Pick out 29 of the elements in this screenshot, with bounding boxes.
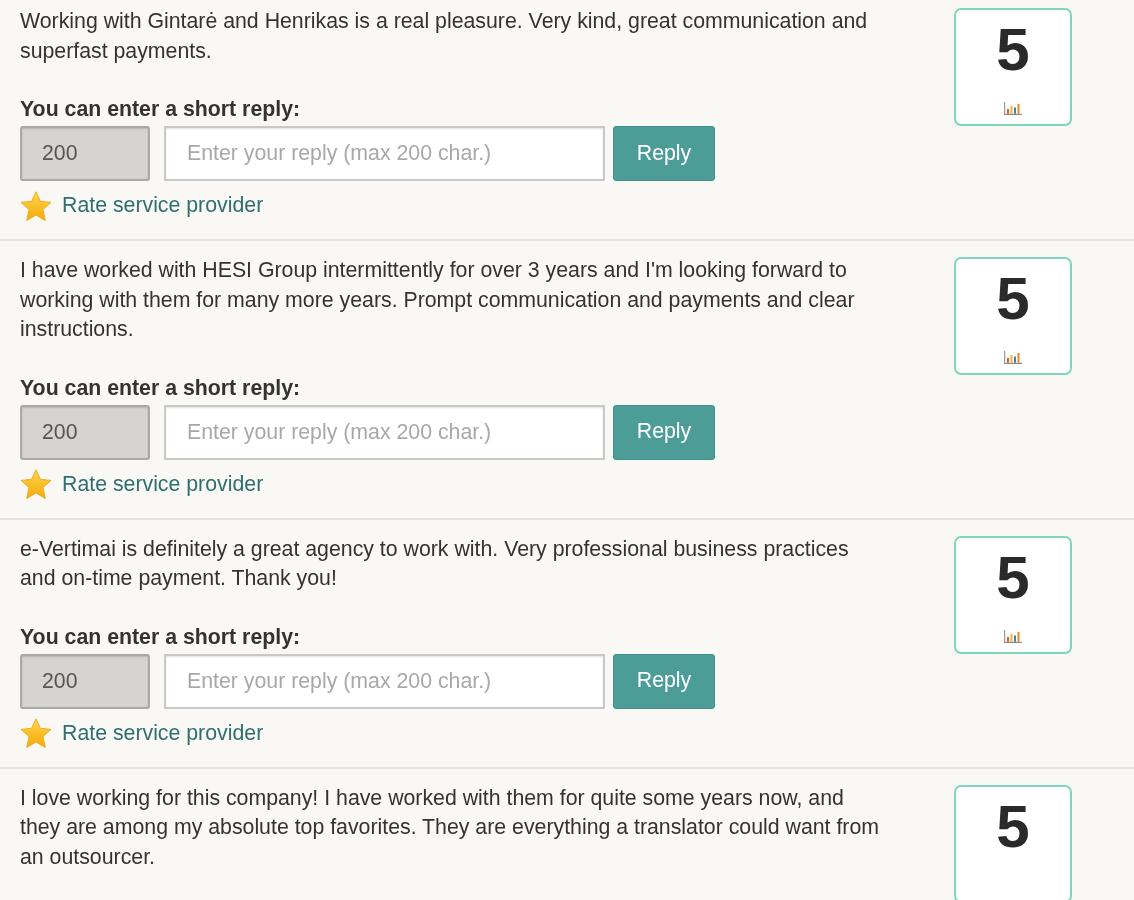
reply-label: You can enter a short reply: <box>20 623 301 650</box>
score-value: 5 <box>996 547 1030 608</box>
reply-button[interactable]: Reply <box>613 404 715 460</box>
review-text: I love working for this company! I have worked with them for quite some years now, and they are among my absolute top favorites. They are everything a translator could want from an outsourcer. <box>20 784 880 871</box>
review-text: Working with Gintarė and Henrikas is a real pleasure. Very kind, great communication and superfast payments. <box>20 8 868 65</box>
reply-input[interactable]: Enter your reply (max 200 char.) <box>164 653 605 709</box>
bar-chart-icon[interactable] <box>1004 351 1022 364</box>
reply-input[interactable]: Enter your reply (max 200 char.) <box>164 126 605 181</box>
score-value: 5 <box>996 796 1030 857</box>
star-icon <box>20 718 52 749</box>
rate-link[interactable]: Rate service provider <box>20 468 264 501</box>
bar-chart-icon[interactable] <box>1004 629 1022 643</box>
score-value: 5 <box>996 269 1030 329</box>
rate-link[interactable]: Rate service provider <box>20 190 264 222</box>
reply-label: You can enter a short reply: <box>20 374 301 401</box>
review-text: e-Vertimai is definitely a great agency to work with. Very professional business practices and on-time payment. Thank you! <box>20 535 849 592</box>
character-counter-field[interactable]: 200 <box>20 404 150 460</box>
rate-link[interactable]: Rate service provider <box>20 717 264 750</box>
character-counter-field[interactable]: 200 <box>20 653 150 709</box>
score-value: 5 <box>996 20 1030 80</box>
character-counter-field[interactable]: 200 <box>20 126 150 181</box>
bar-chart-icon[interactable] <box>1004 102 1022 115</box>
reply-button[interactable]: Reply <box>613 653 715 709</box>
review-text: I have worked with HESI Group intermittently for over 3 years and I'm looking forward to working with them for many more years. Prompt communication and payments and clear instructions. <box>20 257 855 343</box>
reply-label: You can enter a short reply: <box>20 96 301 122</box>
star-icon <box>20 190 52 222</box>
reply-button[interactable]: Reply <box>613 126 715 181</box>
star-icon <box>20 469 52 500</box>
reply-input[interactable]: Enter your reply (max 200 char.) <box>164 404 605 460</box>
